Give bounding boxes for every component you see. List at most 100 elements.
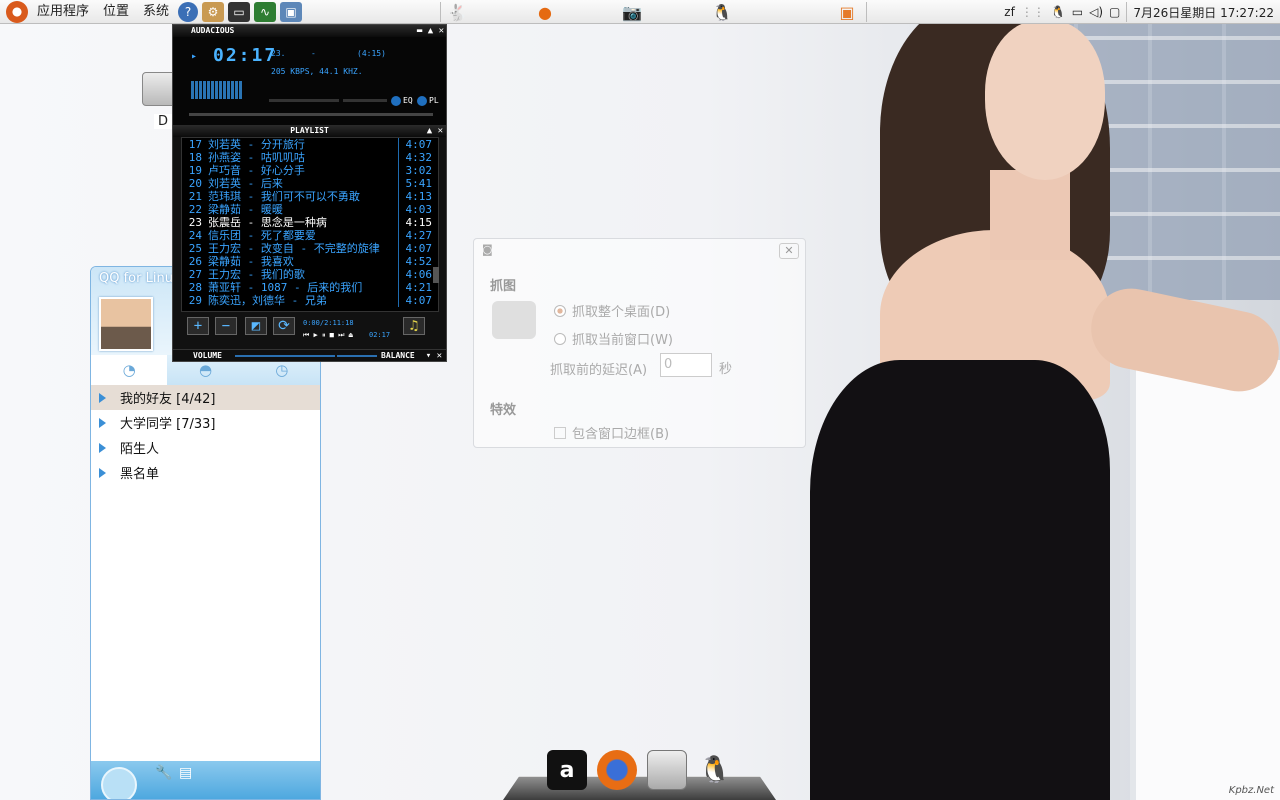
watermark: Kpbz.Net: [1228, 785, 1274, 796]
playlist-num: 29: [188, 294, 202, 307]
package-manager-icon[interactable]: ⚙: [202, 1, 225, 22]
terminal-icon[interactable]: ▭: [228, 1, 251, 22]
group-item-strangers[interactable]: 陌生人: [91, 435, 320, 460]
playlist-row[interactable]: 20 刘若英 - 后来 5:41: [182, 177, 438, 190]
qq-title: QQ for Linux: [99, 271, 181, 286]
playlist-row[interactable]: 21 范玮琪 - 我们可不可以不勇敢 4:13: [182, 190, 438, 203]
group-item-friends[interactable]: 我的好友 [4/42]: [91, 385, 320, 410]
tab-contacts-icon[interactable]: ◔: [91, 355, 168, 385]
playlist-num: 19: [188, 164, 202, 177]
checkbox-border[interactable]: [554, 426, 566, 439]
wallpaper-face: [985, 20, 1105, 180]
close-icon[interactable]: ✕: [779, 243, 799, 259]
volume-slider[interactable]: [269, 99, 339, 102]
qq-tray-icon[interactable]: 🐧: [1051, 5, 1066, 19]
rabbit-app-icon[interactable]: 🐇: [445, 1, 469, 23]
playlist-row[interactable]: 29 陈奕迅，刘德华 - 兄弟 4:07: [182, 294, 438, 307]
group-label: 我的好友 [4/42]: [120, 392, 216, 407]
audacious-titlebar[interactable]: AUDACIOUS ▬ ▲ ✕: [173, 25, 446, 37]
volume-label: VOLUME: [193, 351, 222, 360]
qq-dock-icon[interactable]: 🐧: [695, 750, 735, 790]
playlist-title: 刘若英 - 分开旅行: [208, 138, 305, 151]
menu-places[interactable]: 位置: [96, 0, 136, 24]
option-desktop[interactable]: 抓取整个桌面(D): [554, 301, 670, 320]
drive-tray-icon[interactable]: ▭: [1072, 5, 1083, 19]
playlist-row[interactable]: 25 王力宏 - 改变自 - 不完整的旋律 4:07: [182, 242, 438, 255]
playlist-row[interactable]: 18 孙燕姿 - 咕叽叽咕 4:32: [182, 151, 438, 164]
playlist-row[interactable]: 17 刘若英 - 分开旅行 4:07: [182, 138, 438, 151]
balance-label: BALANCE: [381, 351, 415, 360]
clock[interactable]: 7月26日星期日 17:27:22: [1133, 4, 1274, 21]
file-manager-dock-icon[interactable]: [647, 750, 687, 790]
option-label: 抓取整个桌面(D): [572, 305, 671, 320]
mini-transport[interactable]: ⏮ ▶ ⏸ ■ ⏭ ⏏: [303, 331, 353, 340]
list-options-button[interactable]: ♫: [403, 317, 425, 335]
playlist-row[interactable]: 22 梁静茹 - 暖暖 4:03: [182, 203, 438, 216]
playlist-row[interactable]: 26 梁静茹 - 我喜欢 4:52: [182, 255, 438, 268]
balance-slider[interactable]: [337, 355, 377, 357]
eq-toggle[interactable]: [391, 96, 401, 106]
playlist-scrollbar[interactable]: [433, 267, 439, 283]
qq-penguin-icon[interactable]: 🐧: [710, 1, 734, 23]
avatar[interactable]: [99, 297, 153, 351]
playlist-title: 孙燕姿 - 咕叽叽咕: [208, 151, 305, 164]
amarok-dock-icon[interactable]: a: [547, 750, 587, 790]
message-box-icon[interactable]: ▤: [179, 765, 192, 781]
camera-icon[interactable]: 📷: [620, 1, 644, 23]
firefox-dock-icon[interactable]: [597, 750, 637, 790]
visualizer: [191, 81, 243, 99]
help-icon[interactable]: ?: [178, 1, 199, 22]
misc-button[interactable]: ⟳: [273, 317, 295, 335]
playlist-row[interactable]: 23 张震岳 - 思念是一种病 4:15: [182, 216, 438, 229]
drive-label[interactable]: D: [154, 114, 173, 129]
qq-menu-button[interactable]: [101, 767, 137, 799]
volume-slider[interactable]: [235, 355, 335, 357]
volume-bar: VOLUME BALANCE ▾ ✕: [173, 349, 446, 361]
playlist-dur: 4:07: [398, 242, 438, 255]
menu-applications[interactable]: 应用程序: [30, 0, 96, 24]
playlist-window-buttons[interactable]: ▲ ✕: [427, 125, 443, 137]
wrench-icon[interactable]: 🔧: [155, 765, 172, 781]
option-window[interactable]: 抓取当前窗口(W): [554, 329, 673, 348]
playlist-titlebar[interactable]: PLAYLIST ▲ ✕: [173, 125, 446, 137]
playlist-dur: 4:13: [398, 190, 438, 203]
screenshot-dialog: ◙ ✕ 抓图 抓取整个桌面(D) 抓取当前窗口(W) 抓取前的延迟(A) 0 秒…: [473, 238, 806, 448]
grip-icon: ⋮⋮: [1020, 5, 1045, 19]
group-item-blacklist[interactable]: 黑名单: [91, 460, 320, 485]
time-display[interactable]: 02:17: [213, 45, 277, 66]
select-button[interactable]: ◩: [245, 317, 267, 335]
system-monitor-icon[interactable]: ∿: [254, 1, 277, 22]
delay-spinner[interactable]: 0: [660, 353, 712, 377]
add-button[interactable]: +: [187, 317, 209, 335]
window-icon[interactable]: ▢: [1109, 5, 1120, 19]
playlist-dur: 4:07: [398, 294, 438, 307]
window-buttons[interactable]: ▬ ▲ ✕: [417, 25, 444, 37]
track-separator: -: [311, 49, 316, 58]
firefox-icon[interactable]: ●: [533, 1, 557, 23]
group-item-classmates[interactable]: 大学同学 [7/33]: [91, 410, 320, 435]
ubuntu-logo-icon[interactable]: [6, 0, 28, 23]
radio-window[interactable]: [554, 332, 566, 345]
seek-bar[interactable]: [189, 113, 433, 116]
playlist-dur: 4:52: [398, 255, 438, 268]
playlist-num: 26: [188, 255, 202, 268]
menu-system[interactable]: 系统: [136, 0, 176, 24]
radio-desktop[interactable]: [554, 304, 566, 317]
playlist-row[interactable]: 27 王力宏 - 我们的歌 4:06: [182, 268, 438, 281]
playlist-num: 27: [188, 268, 202, 281]
section-grab: 抓图: [490, 279, 517, 294]
playlist-row[interactable]: 24 信乐团 - 死了都要爱 4:27: [182, 229, 438, 242]
option-border[interactable]: 包含窗口边框(B): [554, 423, 669, 442]
orange-app-icon[interactable]: ▣: [835, 1, 859, 23]
wallpaper-chair: [1130, 360, 1280, 800]
balance-slider[interactable]: [343, 99, 387, 102]
network-icon[interactable]: ▣: [280, 1, 303, 22]
volume-icon[interactable]: ◁): [1089, 5, 1103, 19]
playlist-row[interactable]: 28 萧亚轩 - 1087 - 后来的我们 4:21: [182, 281, 438, 294]
playlist[interactable]: 17 刘若英 - 分开旅行 4:07 18 孙燕姿 - 咕叽叽咕 4:32 19 卢巧音 - …: [181, 137, 439, 312]
playlist-row[interactable]: 19 卢巧音 - 好心分手 3:02: [182, 164, 438, 177]
user-name[interactable]: zf: [1004, 5, 1015, 19]
pl-toggle[interactable]: [417, 96, 427, 106]
remove-button[interactable]: −: [215, 317, 237, 335]
close-icon[interactable]: ▾ ✕: [426, 350, 442, 362]
